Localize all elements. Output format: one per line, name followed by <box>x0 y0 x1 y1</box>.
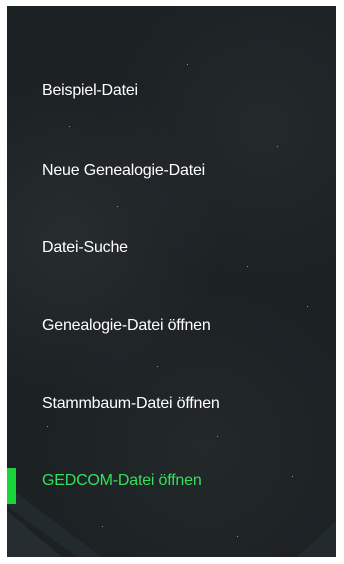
file-menu: Beispiel-Datei Neue Genealogie-Datei Dat… <box>7 6 336 557</box>
file-menu-panel: Beispiel-Datei Neue Genealogie-Datei Dat… <box>7 6 336 557</box>
menu-item-new-genealogy-file[interactable]: Neue Genealogie-Datei <box>42 162 205 180</box>
menu-item-file-search[interactable]: Datei-Suche <box>42 239 128 257</box>
menu-item-open-family-tree-file[interactable]: Stammbaum-Datei öffnen <box>42 395 220 413</box>
menu-item-sample-file[interactable]: Beispiel-Datei <box>42 82 138 100</box>
menu-item-open-genealogy-file[interactable]: Genealogie-Datei öffnen <box>42 317 211 335</box>
menu-item-open-gedcom-file[interactable]: GEDCOM-Datei öffnen <box>42 472 202 490</box>
